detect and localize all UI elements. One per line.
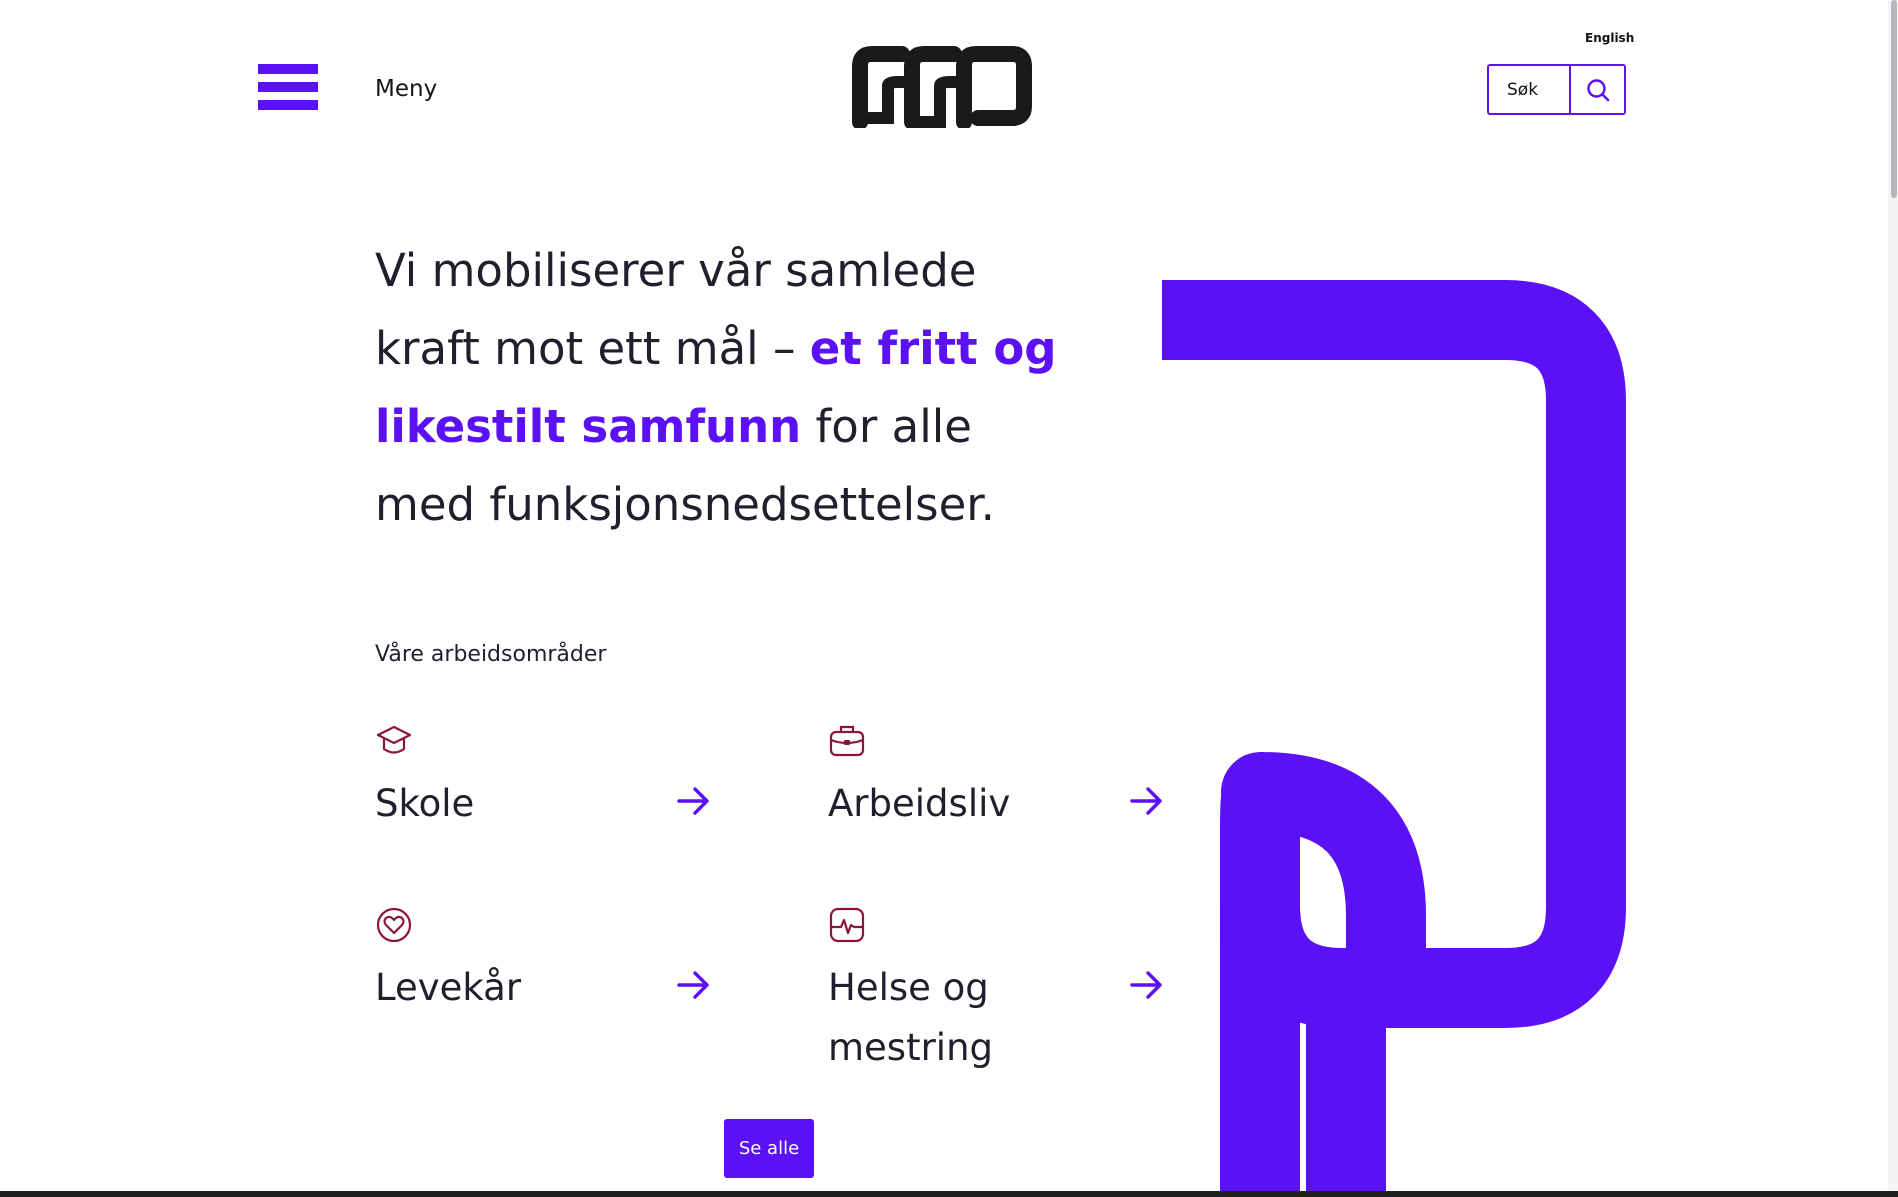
hero-heading: Vi mobiliserer vår samlede kraft mot ett…	[375, 232, 1075, 544]
work-area-skole[interactable]: Skole	[375, 722, 709, 872]
work-areas-label: Våre arbeidsområder	[375, 642, 607, 667]
work-area-levekar[interactable]: Levekår	[375, 906, 709, 1056]
language-link[interactable]: English	[1585, 31, 1634, 45]
graduation-cap-icon	[376, 725, 412, 754]
work-area-title: Arbeidsliv	[828, 782, 1011, 825]
window-bottom-edge	[0, 1191, 1898, 1197]
briefcase-icon	[829, 725, 865, 757]
search-icon	[1586, 78, 1609, 101]
arrow-right-icon	[1130, 787, 1162, 815]
heartbeat-icon	[829, 907, 865, 943]
menu-label: Meny	[375, 76, 438, 102]
hamburger-icon-line	[258, 82, 318, 92]
hamburger-icon	[258, 64, 318, 74]
scrollbar-thumb[interactable]	[1891, 0, 1897, 198]
work-area-helse-og-mestring[interactable]: Helse og mestring	[828, 906, 1162, 1069]
heart-circle-icon	[376, 907, 412, 943]
ffo-logo[interactable]	[850, 44, 1034, 128]
work-area-title: Levekår	[375, 966, 522, 1009]
arrow-right-icon	[677, 787, 709, 815]
work-area-arbeidsliv[interactable]: Arbeidsliv	[828, 722, 1162, 872]
arrow-right-icon	[1130, 971, 1162, 999]
hamburger-icon-line	[258, 100, 318, 110]
arrow-right-icon	[677, 971, 709, 999]
search-input[interactable]	[1489, 66, 1569, 113]
search-button[interactable]	[1569, 66, 1624, 113]
page: Meny English Vi mobiliserer vår samlede …	[0, 0, 1898, 1197]
see-all-button[interactable]: Se alle	[724, 1119, 814, 1178]
search-box	[1487, 64, 1626, 115]
work-area-title: Helse og mestring	[828, 966, 994, 1069]
menu-button[interactable]: Meny	[250, 58, 450, 126]
work-area-title: Skole	[375, 782, 475, 825]
